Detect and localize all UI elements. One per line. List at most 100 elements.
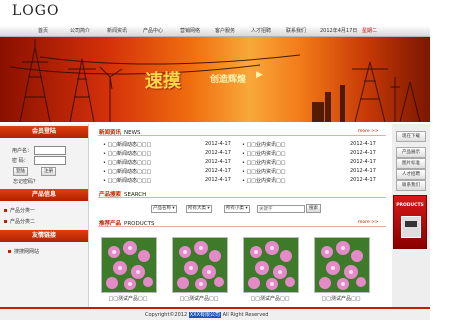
product-image[interactable] (314, 237, 370, 293)
news-item[interactable]: • □□业内资讯□□ (242, 159, 285, 166)
nav-item-jobs[interactable]: 人才招聘 (251, 27, 271, 34)
nav-item-network[interactable]: 营销网络 (180, 27, 200, 34)
news-divider (98, 135, 386, 136)
news-item-date: 2012-4-17 (205, 150, 231, 156)
products-more-link[interactable]: more >> (358, 220, 379, 225)
footer-rights: All Right Reserved (222, 312, 269, 318)
products-header: 产品信息 (0, 189, 88, 201)
news-item-title: □□业内资讯□□ (246, 160, 286, 166)
sidebar-product-label: 产品分类二 (10, 219, 36, 225)
footer-copyright-prefix: Copyright©2012 (145, 312, 188, 318)
search-divider (98, 197, 386, 198)
footer: Copyright©2012 XXX有限公司 All Right Reserve… (0, 307, 430, 320)
right-button-contact[interactable]: 联系我们 (396, 180, 426, 191)
news-item-title: □□新闻动态□□□ (107, 178, 152, 184)
news-item-date: 2012-4-17 (350, 141, 376, 147)
friend-link-label: 搜搜网网站 (14, 249, 40, 255)
news-item[interactable]: • □□业内资讯□□ (242, 177, 285, 184)
search-field-value: 产品名称 (153, 206, 171, 211)
right-button-products[interactable]: 产品展示 (396, 147, 426, 158)
news-item[interactable]: • □□业内资讯□□ (242, 168, 285, 175)
right-button-jobs[interactable]: 人才招聘 (396, 169, 426, 180)
username-label: 用户名： (12, 148, 33, 154)
banner-slogan: 速摸 (145, 71, 181, 92)
username-input[interactable] (34, 146, 66, 155)
news-item[interactable]: • □□新闻动态□□□ (103, 141, 151, 148)
news-item-date: 2012-4-17 (205, 168, 231, 174)
news-item-title: □□新闻动态□□□ (107, 160, 152, 166)
nav-item-products[interactable]: 产品中心 (143, 27, 163, 34)
news-item-date: 2012-4-17 (350, 168, 376, 174)
forgot-password-link[interactable]: 忘记密码？ (13, 178, 38, 185)
search-input[interactable] (257, 205, 305, 213)
flower-image (315, 238, 369, 292)
login-button[interactable]: 登陆 (13, 167, 28, 176)
footer-company: XXX有限公司 (188, 312, 222, 318)
nav-weekday: 星期二 (362, 28, 378, 34)
news-item-date: 2012-4-17 (350, 159, 376, 165)
banner-subslogan: 创造辉煌 (210, 75, 247, 85)
friend-link-item[interactable]: 搜搜网网站 (8, 248, 39, 255)
news-item-title: □□业内资讯□□ (246, 151, 286, 157)
product-image[interactable] (243, 237, 299, 293)
news-item-date: 2012-4-17 (205, 159, 231, 165)
password-label: 密 码： (12, 158, 29, 164)
sidebar-product-item[interactable]: 产品分类二 (4, 218, 35, 225)
search-subcategory-value: 所有小类 (226, 206, 244, 211)
news-item-date: 2012-4-17 (350, 150, 376, 156)
news-item-date: 2012-4-17 (205, 141, 231, 147)
news-more-link[interactable]: more >> (358, 129, 379, 134)
right-button-images[interactable]: 图片标准 (396, 158, 426, 169)
device-icon (401, 216, 421, 238)
sidebar-product-label: 产品分类一 (10, 208, 36, 214)
top-nav: 首页 公司简介 新闻资讯 产品中心 营销网络 客户服务 人才招聘 联系我们 20… (0, 26, 430, 37)
nav-item-about[interactable]: 公司简介 (70, 27, 90, 34)
right-button-download[interactable]: 现在下载 (396, 131, 426, 142)
promo-label: PRODUCTS (396, 203, 424, 208)
products-divider (98, 226, 386, 227)
logo[interactable]: LOGO (12, 3, 59, 19)
bullet-icon (4, 220, 7, 223)
news-item-title: □□业内资讯□□ (246, 178, 286, 184)
footer-copyright: Copyright©2012 XXX有限公司 All Right Reserve… (145, 311, 268, 318)
search-field-select[interactable]: 产品名称 ▾ (151, 205, 177, 213)
news-item[interactable]: • □□新闻动态□□□ (103, 177, 151, 184)
news-item-title: □□新闻动态□□□ (107, 169, 152, 175)
product-caption[interactable]: □□测试产品□□ (169, 295, 229, 302)
product-image[interactable] (101, 237, 157, 293)
product-caption[interactable]: □□测试产品□□ (240, 295, 300, 302)
product-image[interactable] (172, 237, 228, 293)
news-item-date: 2012-4-17 (205, 177, 231, 183)
login-header: 会员登陆 (0, 126, 88, 138)
flower-image (244, 238, 298, 292)
search-category-select[interactable]: 所有大类 ▾ (186, 205, 212, 213)
nav-item-home[interactable]: 首页 (38, 27, 48, 34)
arrow-icon: ▶ (256, 70, 263, 80)
links-header: 友情链接 (0, 230, 88, 242)
news-item[interactable]: • □□新闻动态□□□ (103, 150, 151, 157)
news-item-title: □□业内资讯□□ (246, 142, 286, 148)
news-item[interactable]: • □□业内资讯□□ (242, 141, 285, 148)
news-item-title: □□新闻动态□□□ (107, 142, 152, 148)
search-subcategory-select[interactable]: 所有小类 ▾ (224, 205, 250, 213)
nav-date: 2012年4月17日 (320, 28, 358, 34)
bullet-icon (8, 250, 11, 253)
news-item-title: □□新闻动态□□□ (107, 151, 152, 157)
password-input[interactable] (34, 156, 66, 165)
product-caption[interactable]: □□测试产品□□ (98, 295, 158, 302)
nav-item-news[interactable]: 新闻资讯 (107, 27, 127, 34)
flower-image (173, 238, 227, 292)
products-promo[interactable]: PRODUCTS (393, 195, 427, 249)
register-button[interactable]: 注册 (41, 167, 56, 176)
news-item[interactable]: • □□新闻动态□□□ (103, 168, 151, 175)
nav-item-service[interactable]: 客户服务 (215, 27, 235, 34)
news-item[interactable]: • □□业内资讯□□ (242, 150, 285, 157)
search-category-value: 所有大类 (188, 206, 206, 211)
product-caption[interactable]: □□测试产品□□ (311, 295, 371, 302)
flower-image (102, 238, 156, 292)
news-item-date: 2012-4-17 (350, 177, 376, 183)
search-button[interactable]: 搜索 (306, 204, 321, 213)
nav-item-contact[interactable]: 联系我们 (286, 27, 306, 34)
sidebar-product-item[interactable]: 产品分类一 (4, 207, 35, 214)
news-item[interactable]: • □□新闻动态□□□ (103, 159, 151, 166)
